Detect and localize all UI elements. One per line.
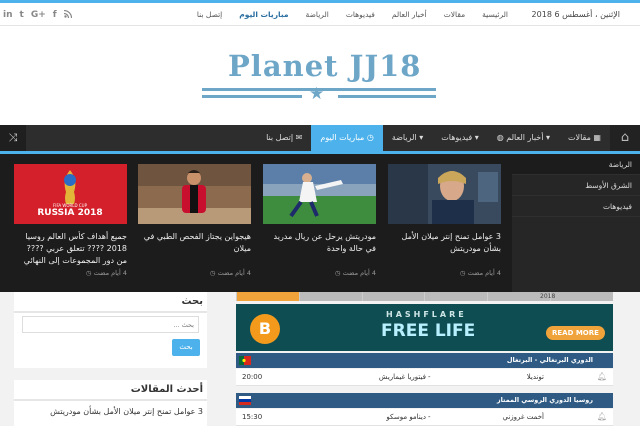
top-nav-item-videos[interactable]: فيديوهات	[346, 10, 375, 19]
mega-menu-card[interactable]: هيجواين يجتاز الفحص الطبي في ميلان 4 أيا…	[138, 164, 251, 277]
top-nav-item-world-news[interactable]: أخبار العالم	[392, 10, 427, 19]
top-nav-item-today-matches[interactable]: مباريات اليوم	[239, 10, 288, 19]
rss-icon[interactable]	[63, 9, 72, 21]
ad-brand: HASHFLARE	[386, 310, 467, 319]
widget-title: بحث	[14, 292, 207, 313]
bell-icon[interactable]: 🔔︎	[597, 412, 607, 421]
match-score: -	[428, 413, 431, 421]
home-icon[interactable]: ⌂	[610, 125, 640, 151]
matches-tab[interactable]	[362, 292, 425, 301]
main-nav-item-world-news[interactable]: ▾ أخبار العالم ◍	[488, 125, 559, 151]
away-team: دينامو موسكو	[386, 413, 426, 421]
league-header[interactable]: روسيا الدوري الروسي الممتاز	[236, 393, 613, 408]
portugal-flag-icon	[239, 356, 251, 365]
league-header[interactable]: الدوري البرتغالي - البرتغال	[236, 353, 613, 368]
recent-articles-widget: أحدث المقالات 3 عوامل تمنح إنتر ميلان ال…	[14, 380, 207, 426]
social-links: in t G+ f	[3, 9, 72, 21]
article-title[interactable]: هيجواين يجتاز الفحص الطبي في ميلان	[138, 231, 251, 267]
match-score: -	[428, 373, 431, 381]
matches-tab[interactable]	[237, 292, 299, 301]
clock-icon: ◷	[209, 269, 216, 277]
article-title[interactable]: جميع أهداف كأس العالم روسيا 2018 ???? تت…	[14, 231, 127, 267]
logo-text: Planet JJ18	[228, 49, 422, 83]
bitcoin-icon: B	[250, 314, 280, 344]
globe-icon: ◍	[496, 133, 507, 142]
article-meta: 4 أيام مضت ◷	[85, 269, 127, 277]
top-nav-item-contact[interactable]: إتصل بنا	[197, 10, 222, 19]
top-nav-item-sports[interactable]: الرياضة	[306, 10, 329, 19]
main-nav: ⤨ ▦ مقالات ▾ أخبار العالم ◍ ▾ فيديوهات ▾…	[0, 125, 640, 154]
clock-icon: ◷	[364, 133, 374, 142]
search-input[interactable]	[22, 316, 199, 333]
calendar-icon: ▦	[590, 133, 601, 142]
search-button[interactable]: بحث	[172, 339, 200, 356]
match-time: 20:00	[242, 373, 263, 381]
site-logo[interactable]: Planet JJ18 ★	[198, 45, 442, 105]
linkedin-icon[interactable]: in	[3, 10, 13, 21]
main-nav-item-videos[interactable]: ▾ فيديوهات	[432, 125, 488, 151]
article-meta: 4 أيام مضت ◷	[334, 269, 376, 277]
mega-menu-sidebar: الرياضة الشرق الأوسط فيديوهات	[512, 154, 640, 292]
mega-menu-card[interactable]: مودريتش يرحل عن ريال مدريد في حالة واحدة…	[263, 164, 376, 277]
partial-score-label: 2018	[540, 293, 556, 300]
hashflare-ad-banner[interactable]: B HASHFLARE FREE LIFE READ MORE	[236, 304, 613, 351]
main-nav-item-today-matches[interactable]: ◷ مباريات اليوم	[311, 125, 383, 152]
top-nav: الرئيسية مقالات أخبار العالم فيديوهات ال…	[180, 10, 508, 19]
envelope-icon: ✉	[293, 133, 303, 142]
twitter-icon[interactable]: t	[20, 10, 24, 21]
mega-menu-category[interactable]: فيديوهات	[512, 196, 640, 217]
chevron-down-icon: ▾	[543, 133, 551, 142]
article-thumbnail[interactable]: RUSSIA 2018 FIFA WORLD CUP	[14, 164, 127, 224]
main-nav-item-contact[interactable]: ✉ إتصل بنا	[257, 125, 311, 151]
clock-icon: ◷	[334, 269, 341, 277]
chevron-down-icon: ▾	[416, 133, 424, 142]
star-icon: ★	[309, 84, 325, 104]
clock-icon: ◷	[459, 269, 466, 277]
mega-menu-card[interactable]: 3 عوامل تمنح إنتر ميلان الأمل بشأن مودري…	[388, 164, 501, 277]
ad-read-more-button[interactable]: READ MORE	[546, 326, 605, 340]
main-nav-items: ▦ مقالات ▾ أخبار العالم ◍ ▾ فيديوهات ▾ ا…	[257, 125, 610, 152]
ad-headline: FREE LIFE	[381, 321, 476, 341]
match-time: 15:30	[242, 413, 263, 421]
widget-title: أحدث المقالات	[14, 380, 207, 401]
top-nav-item-articles[interactable]: مقالات	[444, 10, 465, 19]
google-plus-icon[interactable]: G+	[31, 10, 46, 21]
article-thumbnail[interactable]	[138, 164, 251, 224]
home-team: تونديلا	[526, 373, 544, 381]
main-nav-item-articles[interactable]: ▦ مقالات	[559, 125, 610, 151]
current-date: الإثنين ، أغسطس 6 2018	[531, 10, 620, 19]
article-title[interactable]: مودريتش يرحل عن ريال مدريد في حالة واحدة	[263, 231, 376, 267]
away-team: فيتوريا غيماريش	[378, 373, 426, 381]
article-title[interactable]: 3 عوامل تمنح إنتر ميلان الأمل بشأن مودري…	[388, 231, 501, 267]
world-cup-logo-sub: FIFA WORLD CUP	[53, 203, 88, 208]
article-meta: 4 أيام مضت ◷	[209, 269, 251, 277]
top-nav-item-home[interactable]: الرئيسية	[482, 10, 508, 19]
home-team: أخمت غروزني	[502, 413, 544, 421]
article-thumbnail[interactable]	[263, 164, 376, 224]
mega-menu: الرياضة الشرق الأوسط فيديوهات 3 عوامل تم…	[0, 154, 640, 292]
world-cup-logo-text: RUSSIA 2018	[37, 208, 102, 218]
recent-article-link[interactable]: 3 عوامل تمنح إنتر ميلان الأمل بشأن مودري…	[14, 407, 207, 416]
matches-tab[interactable]	[299, 292, 362, 301]
top-bar: الإثنين ، أغسطس 6 2018 الرئيسية مقالات أ…	[0, 0, 640, 26]
match-row[interactable]: 20:00 فيتوريا غيماريش - تونديلا 🔔︎	[236, 369, 613, 386]
bell-icon[interactable]: 🔔︎	[597, 372, 607, 381]
article-meta: 4 أيام مضت ◷	[459, 269, 501, 277]
facebook-icon[interactable]: f	[53, 10, 57, 21]
main-nav-item-sports[interactable]: ▾ الرياضة	[383, 125, 432, 151]
mega-menu-card[interactable]: RUSSIA 2018 FIFA WORLD CUP جميع أهداف كأ…	[14, 164, 127, 277]
article-thumbnail[interactable]	[388, 164, 501, 224]
matches-tabs	[236, 292, 613, 301]
chevron-down-icon: ▾	[472, 133, 479, 142]
mega-menu-category[interactable]: الرياضة	[512, 154, 640, 175]
matches-tab[interactable]	[425, 292, 488, 301]
mega-menu-category[interactable]: الشرق الأوسط	[512, 175, 640, 196]
clock-icon: ◷	[85, 269, 92, 277]
russia-flag-icon	[239, 396, 251, 405]
matches-tab[interactable]	[551, 292, 613, 301]
match-row[interactable]: 15:30 دينامو موسكو - أخمت غروزني 🔔︎	[236, 409, 613, 426]
shuffle-icon[interactable]: ⤨	[0, 125, 26, 151]
